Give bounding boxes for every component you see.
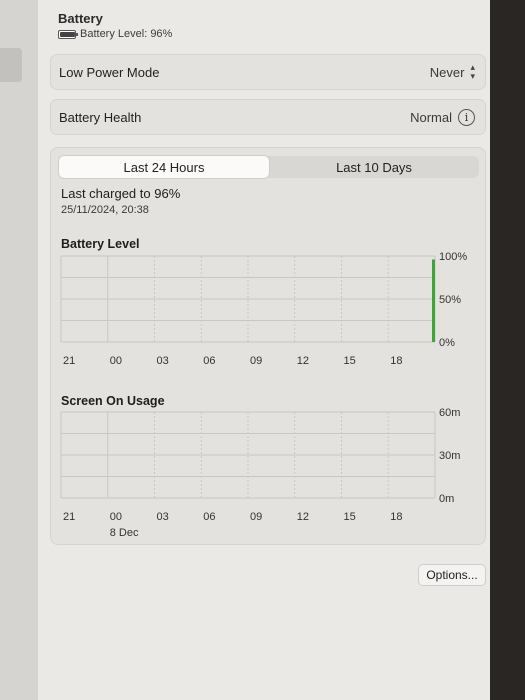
x-tick-label: 15 bbox=[344, 355, 356, 367]
battery-health-label: Battery Health bbox=[59, 109, 142, 125]
y-tick-label: 0m bbox=[439, 493, 454, 505]
tab-last-10-days[interactable]: Last 10 Days bbox=[269, 156, 479, 178]
x-tick-label: 03 bbox=[157, 355, 169, 367]
y-tick-label: 0% bbox=[439, 337, 455, 349]
y-tick-label: 50% bbox=[439, 294, 461, 306]
x-tick-label: 18 bbox=[390, 355, 402, 367]
options-button[interactable]: Options... bbox=[418, 564, 486, 586]
x-tick-label: 12 bbox=[297, 511, 309, 523]
x-date-label: 8 Dec bbox=[110, 527, 139, 539]
usage-history-panel: Last 24 Hours Last 10 Days Last charged … bbox=[50, 147, 486, 545]
battery-health-row: Battery Health Normal i bbox=[50, 99, 486, 135]
last-charged-title: Last charged to 96% bbox=[61, 186, 181, 201]
sidebar-selected-item[interactable] bbox=[0, 48, 22, 82]
battery-health-status: Normal i bbox=[410, 108, 475, 126]
x-tick-label: 18 bbox=[390, 511, 402, 523]
page-header: Battery Battery Level: 96% bbox=[58, 11, 172, 40]
x-tick-label: 21 bbox=[63, 355, 75, 367]
low-power-mode-row: Low Power Mode Never ▴ ▾ bbox=[50, 54, 486, 90]
time-range-segmented-control: Last 24 Hours Last 10 Days bbox=[59, 156, 479, 178]
battery-icon bbox=[58, 29, 78, 39]
x-tick-label: 06 bbox=[203, 511, 215, 523]
battery-level-text: Battery Level: 96% bbox=[80, 28, 173, 40]
y-tick-label: 60m bbox=[439, 407, 460, 419]
y-tick-label: 30m bbox=[439, 450, 460, 462]
x-tick-label: 21 bbox=[63, 511, 75, 523]
screen-on-usage-chart: 21 00 03 06 09 12 15 18 8 Dec 60m 30m 0m bbox=[60, 407, 460, 539]
x-tick-label: 00 bbox=[110, 355, 122, 367]
info-icon[interactable]: i bbox=[458, 108, 475, 126]
x-tick-label: 00 bbox=[110, 511, 122, 523]
low-power-mode-value[interactable]: Never bbox=[430, 65, 465, 80]
battery-level-bar bbox=[432, 259, 435, 342]
page-title: Battery bbox=[58, 11, 103, 26]
low-power-mode-popup[interactable]: Never ▴ ▾ bbox=[430, 63, 475, 81]
battery-health-value: Normal bbox=[410, 109, 452, 125]
y-tick-label: 100% bbox=[439, 251, 467, 263]
x-tick-label: 03 bbox=[157, 511, 169, 523]
low-power-mode-label: Low Power Mode bbox=[59, 64, 160, 80]
x-tick-label: 15 bbox=[344, 511, 356, 523]
x-tick-label: 06 bbox=[203, 355, 215, 367]
battery-settings-window: Battery Battery Level: 96% Low Power Mod… bbox=[38, 0, 516, 700]
battery-level-chart: 21 00 03 06 09 12 15 18 100% 50% 0% bbox=[60, 251, 467, 367]
x-tick-label: 09 bbox=[250, 511, 262, 523]
x-tick-label: 12 bbox=[297, 355, 309, 367]
x-tick-label: 09 bbox=[250, 355, 262, 367]
last-charged-date: 25/11/2024, 20:38 bbox=[61, 204, 149, 216]
popup-arrows-icon[interactable]: ▴ ▾ bbox=[470, 63, 475, 81]
tab-last-24-hours[interactable]: Last 24 Hours bbox=[59, 156, 269, 178]
window-edge bbox=[490, 0, 525, 700]
last-charged-info: Last charged to 96% 25/11/2024, 20:38 bbox=[61, 186, 180, 216]
battery-level-summary: Battery Level: 96% bbox=[58, 28, 172, 40]
